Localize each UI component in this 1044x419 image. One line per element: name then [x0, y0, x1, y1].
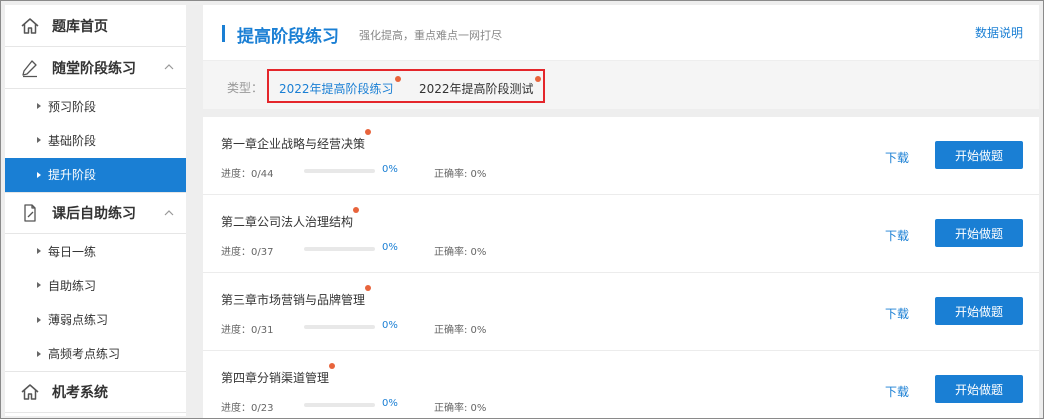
list-item: 第三章市场营销与品牌管理 进度：0/31 0% 正确率: 0% 下载 开始做题 [203, 273, 1039, 351]
download-link[interactable]: 下载 [885, 227, 909, 244]
tab-advanced-practice[interactable]: 2022年提高阶段练习 [279, 80, 394, 97]
sidebar-item-label: 每日一练 [48, 244, 97, 259]
triangle-right-icon [37, 137, 41, 144]
sidebar-item-label: 高频考点练习 [48, 347, 121, 362]
progress-bar [304, 169, 375, 173]
sidebar-item-label: 基础阶段 [48, 133, 97, 148]
progress-percent: 0% [382, 320, 398, 331]
type-tabs: 2022年提高阶段练习 2022年提高阶段测试 [267, 69, 545, 103]
sidebar-item-daily[interactable]: 每日一练 [5, 234, 186, 268]
accuracy-label: 正确率: 0% [434, 169, 487, 180]
start-practice-button[interactable]: 开始做题 [935, 375, 1023, 403]
notification-dot [329, 363, 335, 369]
chapter-title: 第二章公司法人治理结构 [221, 215, 354, 229]
accuracy-label: 正确率: 0% [434, 247, 487, 258]
main-content: 提高阶段练习 强化提高，重点难点一网打尽 数据说明 类型： 2022年提高阶段练… [203, 5, 1039, 418]
progress-bar [304, 247, 375, 251]
sidebar-item-home[interactable]: 题库首页 [5, 5, 186, 47]
home-icon [19, 381, 41, 403]
triangle-right-icon [37, 316, 41, 323]
sidebar-item-label: 题库首页 [52, 18, 108, 35]
triangle-right-icon [37, 282, 41, 289]
start-practice-button[interactable]: 开始做题 [935, 219, 1023, 247]
start-practice-button[interactable]: 开始做题 [935, 297, 1023, 325]
chapter-title: 第四章分销渠道管理 [221, 371, 330, 385]
chevron-up-icon[interactable] [162, 206, 176, 220]
page-subtitle: 强化提高，重点难点一网打尽 [359, 29, 502, 42]
tab-advanced-test[interactable]: 2022年提高阶段测试 [419, 80, 534, 97]
sidebar-group-self-practice[interactable]: 课后自助练习 [5, 191, 186, 234]
progress-percent: 0% [382, 242, 398, 253]
data-description-link[interactable]: 数据说明 [975, 24, 1023, 41]
list-item: 第二章公司法人治理结构 进度：0/37 0% 正确率: 0% 下载 开始做题 [203, 195, 1039, 273]
sidebar-item-basic[interactable]: 基础阶段 [5, 123, 186, 157]
type-label: 类型： [227, 81, 264, 95]
sidebar-item-label: 机考系统 [52, 385, 108, 402]
progress-label: 进度：0/44 [221, 169, 274, 180]
title-accent-bar [222, 25, 225, 42]
home-icon [19, 15, 41, 37]
sidebar-item-self-help[interactable]: 自助练习 [5, 268, 186, 302]
notification-dot [395, 76, 401, 82]
progress-bar [304, 403, 375, 407]
sidebar-item-label: 提升阶段 [48, 168, 97, 183]
sidebar-item-label: 自助练习 [48, 278, 97, 293]
page-header: 提高阶段练习 强化提高，重点难点一网打尽 数据说明 [203, 5, 1039, 60]
sidebar-item-preview[interactable]: 预习阶段 [5, 89, 186, 123]
sidebar-group-label: 随堂阶段练习 [52, 60, 136, 77]
sidebar: 题库首页 随堂阶段练习 预习阶段 基础阶段 提升阶段 课后自助练习 每日一练 自… [5, 5, 186, 416]
sidebar-item-high-frequency[interactable]: 高频考点练习 [5, 337, 186, 371]
list-item: 第四章分销渠道管理 进度：0/23 0% 正确率: 0% 下载 开始做题 [203, 351, 1039, 418]
triangle-right-icon [37, 350, 41, 357]
chapter-title: 第三章市场营销与品牌管理 [221, 293, 366, 307]
start-practice-button[interactable]: 开始做题 [935, 141, 1023, 169]
page-title: 提高阶段练习 [237, 27, 339, 47]
progress-label: 进度：0/31 [221, 325, 274, 336]
sidebar-item-weak-points[interactable]: 薄弱点练习 [5, 302, 186, 336]
sidebar-group-in-class-practice[interactable]: 随堂阶段练习 [5, 47, 186, 89]
notification-dot [535, 76, 541, 82]
chevron-up-icon[interactable] [162, 60, 176, 74]
type-filter: 类型： 2022年提高阶段练习 2022年提高阶段测试 [203, 61, 1039, 109]
notification-dot [365, 285, 371, 291]
triangle-right-icon [37, 171, 41, 178]
accuracy-label: 正确率: 0% [434, 403, 487, 414]
sidebar-group-label: 课后自助练习 [52, 205, 136, 222]
accuracy-label: 正确率: 0% [434, 325, 487, 336]
download-link[interactable]: 下载 [885, 305, 909, 322]
progress-label: 进度：0/23 [221, 403, 274, 414]
progress-bar [304, 325, 375, 329]
sidebar-item-label: 薄弱点练习 [48, 313, 109, 328]
sidebar-item-exam-system[interactable]: 机考系统 [5, 371, 186, 414]
progress-percent: 0% [382, 164, 398, 175]
pencil-icon [19, 57, 41, 79]
progress-label: 进度：0/37 [221, 247, 274, 258]
notification-dot [353, 207, 359, 213]
progress-percent: 0% [382, 398, 398, 409]
triangle-right-icon [37, 103, 41, 110]
app-frame: 题库首页 随堂阶段练习 预习阶段 基础阶段 提升阶段 课后自助练习 每日一练 自… [0, 0, 1044, 419]
document-edit-icon [19, 202, 41, 224]
sidebar-item-advanced[interactable]: 提升阶段 [5, 157, 186, 192]
notification-dot [365, 129, 371, 135]
sidebar-item-label: 预习阶段 [48, 99, 97, 114]
download-link[interactable]: 下载 [885, 149, 909, 166]
list-item: 第一章企业战略与经营决策 进度：0/44 0% 正确率: 0% 下载 开始做题 [203, 117, 1039, 195]
triangle-right-icon [37, 248, 41, 255]
chapter-list: 第一章企业战略与经营决策 进度：0/44 0% 正确率: 0% 下载 开始做题 … [203, 117, 1039, 418]
download-link[interactable]: 下载 [885, 383, 909, 400]
chapter-title: 第一章企业战略与经营决策 [221, 137, 366, 151]
